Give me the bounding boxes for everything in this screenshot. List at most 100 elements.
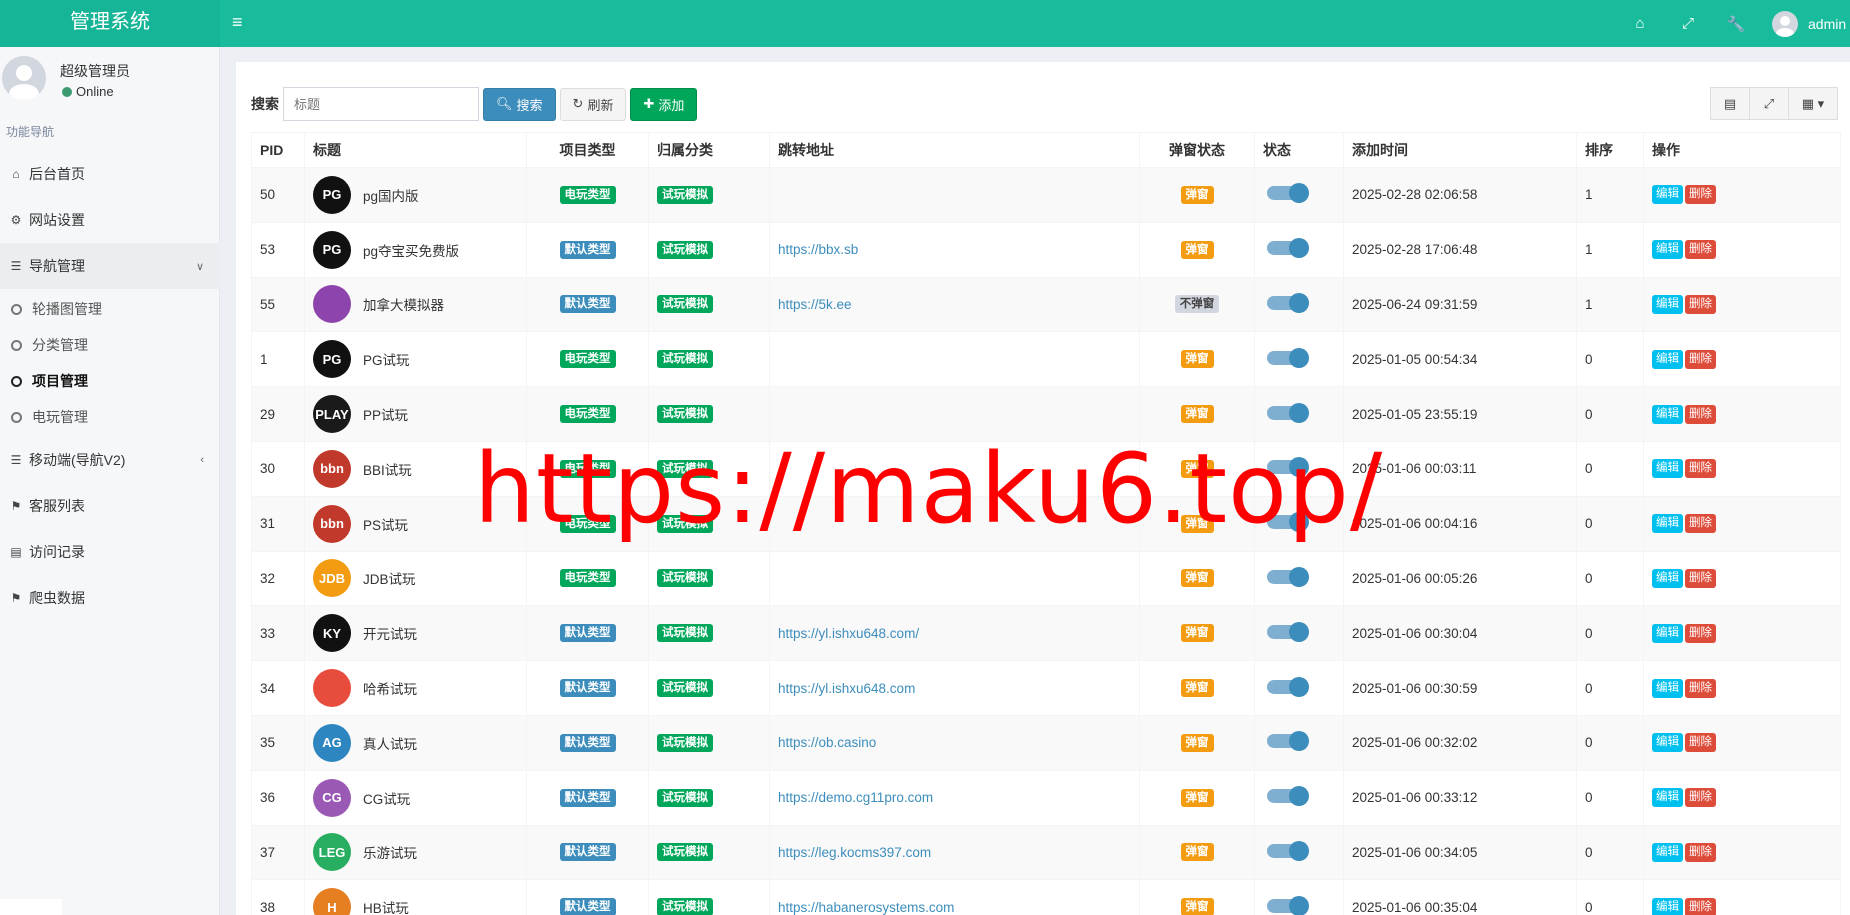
game-logo-icon: PG <box>313 340 351 379</box>
delete-button[interactable]: 删除 <box>1685 897 1716 915</box>
sidebar-subitem-carousel[interactable]: 轮播图管理 <box>0 291 220 327</box>
title-cell: KY 开元试玩 <box>304 605 527 662</box>
sidebar-item-mobile[interactable]: ☰ 移动端(导航V2) ‹ <box>0 437 220 483</box>
add-button[interactable]: ✚ 添加 <box>630 87 698 121</box>
status-toggle[interactable] <box>1267 786 1309 807</box>
edit-button[interactable]: 编辑 <box>1652 842 1683 862</box>
status-toggle[interactable] <box>1267 238 1309 259</box>
delete-button[interactable]: 删除 <box>1685 185 1716 205</box>
url-link[interactable]: https://demo.cg11pro.com <box>778 790 933 805</box>
search-icon: 🔍︎ <box>496 96 513 111</box>
category-badge: 试玩模拟 <box>657 843 713 862</box>
refresh-button[interactable]: ↻ 刷新 <box>559 87 627 121</box>
sidebar-item-site-settings[interactable]: ⚙ 网站设置 <box>0 197 220 243</box>
delete-button[interactable]: 删除 <box>1685 623 1716 643</box>
edit-button[interactable]: 编辑 <box>1652 349 1683 369</box>
edit-button[interactable]: 编辑 <box>1652 404 1683 424</box>
sidebar-item-customer-service[interactable]: ⚑ 客服列表 <box>0 483 220 529</box>
column-header[interactable]: 项目类型 <box>526 132 649 168</box>
delete-button[interactable]: 删除 <box>1685 240 1716 260</box>
url-link[interactable]: https://bbx.sb <box>778 242 858 257</box>
status-cell <box>1254 386 1344 442</box>
sort-cell: 0 <box>1576 550 1644 607</box>
url-link[interactable]: https://5k.ee <box>778 297 852 312</box>
status-toggle[interactable] <box>1267 457 1309 478</box>
url-link[interactable]: https://yl.ishxu648.com/ <box>778 626 919 641</box>
status-toggle[interactable] <box>1267 512 1309 533</box>
delete-button[interactable]: 删除 <box>1685 678 1716 698</box>
edit-button[interactable]: 编辑 <box>1652 788 1683 808</box>
delete-button[interactable]: 删除 <box>1685 349 1716 369</box>
delete-button[interactable]: 删除 <box>1685 842 1716 862</box>
delete-button[interactable]: 删除 <box>1685 568 1716 588</box>
status-toggle[interactable] <box>1267 566 1309 587</box>
wrench-icon[interactable]: 🔧 <box>1712 0 1760 47</box>
status-toggle[interactable] <box>1267 402 1309 423</box>
delete-button[interactable]: 删除 <box>1685 514 1716 534</box>
sidebar-item-crawler-data[interactable]: ⚑ 爬虫数据 <box>0 575 220 621</box>
status-toggle[interactable] <box>1267 183 1309 204</box>
title-cell: PG PG试玩 <box>304 331 527 388</box>
edit-button[interactable]: 编辑 <box>1652 459 1683 479</box>
status-toggle[interactable] <box>1267 347 1309 368</box>
delete-button[interactable]: 删除 <box>1685 404 1716 424</box>
status-toggle[interactable] <box>1267 731 1309 752</box>
fullscreen-icon[interactable]: ⤢ <box>1749 87 1789 120</box>
columns-icon[interactable]: ▦ ▾ <box>1788 87 1838 120</box>
fullscreen-icon[interactable]: ⤢ <box>1664 0 1712 47</box>
edit-button[interactable]: 编辑 <box>1652 240 1683 260</box>
delete-button[interactable]: 删除 <box>1685 459 1716 479</box>
column-header[interactable]: PID <box>251 132 305 168</box>
url-link[interactable]: https://ob.casino <box>778 735 876 750</box>
url-link[interactable]: https://habanerosystems.com <box>778 900 954 915</box>
edit-button[interactable]: 编辑 <box>1652 623 1683 643</box>
status-toggle[interactable] <box>1267 292 1309 313</box>
home-icon[interactable]: ⌂ <box>1616 0 1664 47</box>
status-toggle[interactable] <box>1267 840 1309 861</box>
edit-button[interactable]: 编辑 <box>1652 733 1683 753</box>
table-row: 35 AG 真人试玩 默认类型 试玩模拟 https://ob.casino 弹窗 2025-… <box>251 714 1841 771</box>
sidebar-subitem-projects[interactable]: 项目管理 <box>0 363 220 399</box>
menu-toggle-icon[interactable]: ≡ <box>232 12 250 32</box>
sidebar-subitem-games[interactable]: 电玩管理 <box>0 399 220 435</box>
time-cell: 2025-01-06 00:30:59 <box>1343 660 1577 716</box>
edit-button[interactable]: 编辑 <box>1652 514 1683 534</box>
search-input[interactable] <box>283 87 479 121</box>
delete-button[interactable]: 删除 <box>1685 294 1716 314</box>
actions-cell: 编辑 删除 <box>1643 167 1841 223</box>
edit-button[interactable]: 编辑 <box>1652 294 1683 314</box>
status-toggle[interactable] <box>1267 895 1309 915</box>
column-header[interactable]: 添加时间 <box>1343 132 1577 168</box>
status-toggle[interactable] <box>1267 621 1309 642</box>
title-text: pg国内版 <box>363 188 419 204</box>
column-header[interactable]: 状态 <box>1254 132 1344 168</box>
status-cell <box>1254 495 1344 552</box>
edit-button[interactable]: 编辑 <box>1652 185 1683 205</box>
popup-cell: 弹窗 <box>1139 660 1255 716</box>
search-button[interactable]: 🔍︎ 搜索 <box>483 87 556 121</box>
column-header[interactable]: 操作 <box>1643 132 1841 168</box>
sidebar-item-dashboard[interactable]: ⌂ 后台首页 <box>0 151 220 197</box>
footer-corner <box>0 899 62 915</box>
user-menu[interactable]: admin <box>1760 0 1850 47</box>
column-header[interactable]: 排序 <box>1576 132 1644 168</box>
edit-button[interactable]: 编辑 <box>1652 678 1683 698</box>
sidebar-item-nav-management[interactable]: ☰ 导航管理 ∨ <box>0 243 220 289</box>
column-header[interactable]: 归属分类 <box>648 132 770 168</box>
url-link[interactable]: https://yl.ishxu648.com <box>778 681 915 696</box>
delete-button[interactable]: 删除 <box>1685 788 1716 808</box>
status-toggle[interactable] <box>1267 676 1309 697</box>
sidebar-item-visit-logs[interactable]: ▤ 访问记录 <box>0 529 220 575</box>
sidebar-subitem-category[interactable]: 分类管理 <box>0 327 220 363</box>
column-header[interactable]: 弹窗状态 <box>1139 132 1255 168</box>
actions-cell: 编辑 删除 <box>1643 276 1841 333</box>
edit-button[interactable]: 编辑 <box>1652 568 1683 588</box>
app-title[interactable]: 管理系统 <box>0 0 220 47</box>
pid-cell: 36 <box>251 769 305 826</box>
toggle-view-icon[interactable]: ▤ <box>1710 87 1750 120</box>
column-header[interactable]: 标题 <box>304 132 527 168</box>
column-header[interactable]: 跳转地址 <box>769 132 1140 168</box>
edit-button[interactable]: 编辑 <box>1652 897 1683 915</box>
url-link[interactable]: https://leg.kocms397.com <box>778 845 931 860</box>
delete-button[interactable]: 删除 <box>1685 733 1716 753</box>
